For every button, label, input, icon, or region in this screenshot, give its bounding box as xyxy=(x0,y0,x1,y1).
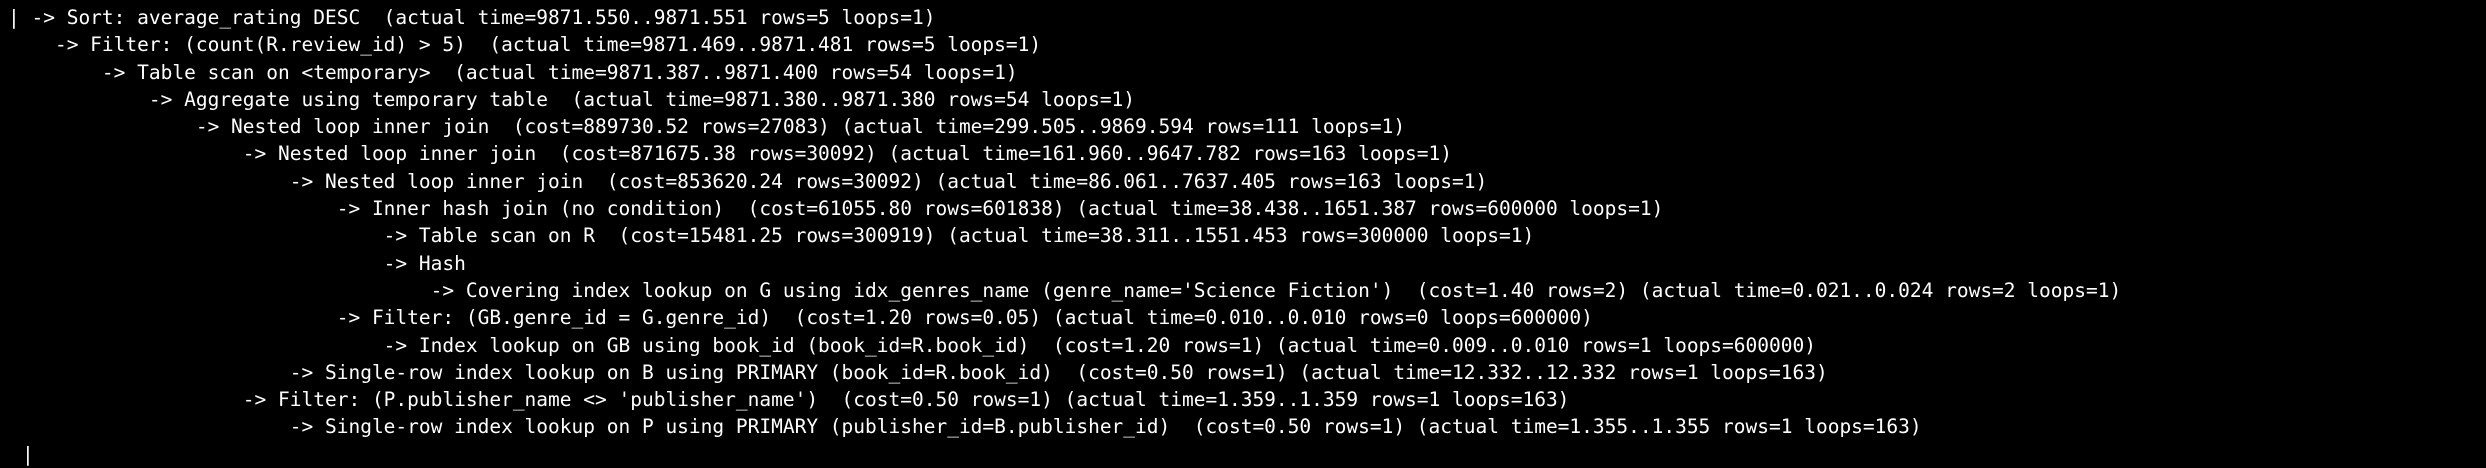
plan-line-sort: | -> Sort: average_rating DESC (actual t… xyxy=(8,6,936,29)
plan-line-covering-index-lookup-g: -> Covering index lookup on G using idx_… xyxy=(8,278,2122,302)
terminal-prompt[interactable]: | xyxy=(0,441,2486,468)
plan-line-filter-publisher: -> Filter: (P.publisher_name <> 'publish… xyxy=(8,388,1570,412)
plan-line-nested-loop-2: -> Nested loop inner join (cost=871675.3… xyxy=(8,142,1453,166)
plan-line-single-row-lookup-b: -> Single-row index lookup on B using PR… xyxy=(8,360,1828,384)
plan-line-nested-loop-3: -> Nested loop inner join (cost=853620.2… xyxy=(8,169,1488,193)
plan-line-inner-hash-join: -> Inner hash join (no condition) (cost=… xyxy=(8,197,1664,221)
plan-line-aggregate: -> Aggregate using temporary table (actu… xyxy=(8,87,1136,111)
plan-line-index-lookup-gb: -> Index lookup on GB using book_id (boo… xyxy=(8,333,1816,357)
plan-line-nested-loop-1: -> Nested loop inner join (cost=889730.5… xyxy=(8,115,1406,139)
terminal-output: | -> Sort: average_rating DESC (actual t… xyxy=(0,0,2486,466)
plan-line-table-scan-r: -> Table scan on R (cost=15481.25 rows=3… xyxy=(8,224,1535,248)
plan-line-table-scan-temporary: -> Table scan on <temporary> (actual tim… xyxy=(8,60,1018,84)
plan-line-single-row-lookup-p: -> Single-row index lookup on P using PR… xyxy=(8,415,1922,439)
plan-line-hash: -> Hash xyxy=(8,251,466,275)
plan-line-filter-genre: -> Filter: (GB.genre_id = G.genre_id) (c… xyxy=(8,306,1593,330)
plan-line-filter-count: -> Filter: (count(R.review_id) > 5) (act… xyxy=(8,33,1042,57)
